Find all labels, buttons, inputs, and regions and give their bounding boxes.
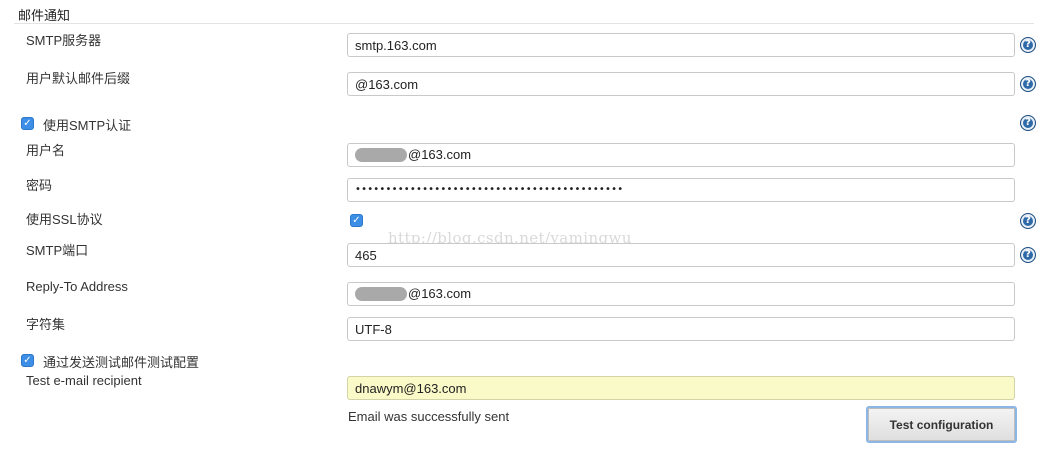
use-smtp-auth-label: 使用SMTP认证 <box>43 118 132 133</box>
username-visible-text: @163.com <box>408 147 472 162</box>
redacted-mask <box>355 148 407 162</box>
smtp-port-input[interactable] <box>347 243 1015 267</box>
test-by-send-label: 通过发送测试邮件测试配置 <box>43 355 200 370</box>
default-suffix-input[interactable] <box>347 72 1015 96</box>
test-recipient-input[interactable] <box>347 376 1015 400</box>
use-ssl-checkbox[interactable]: ✓ <box>350 214 363 227</box>
section-title: 邮件通知 <box>18 8 71 23</box>
help-icon[interactable]: ? <box>1020 213 1036 229</box>
smtp-port-label: SMTP端口 <box>26 243 89 258</box>
test-by-send-checkbox[interactable]: ✓ <box>21 354 34 367</box>
reply-to-visible-text: @163.com <box>408 286 472 301</box>
smtp-server-input[interactable] <box>347 33 1015 57</box>
password-input[interactable]: ••••••••••••••••••••••••••••••••••••••••… <box>347 178 1015 202</box>
use-smtp-auth-checkbox[interactable]: ✓ <box>21 117 34 130</box>
smtp-server-label: SMTP服务器 <box>26 33 102 48</box>
reply-to-input[interactable]: @163.com <box>347 282 1015 306</box>
section-divider <box>14 23 1034 24</box>
test-recipient-label: Test e-mail recipient <box>26 373 142 388</box>
reply-to-label: Reply-To Address <box>26 279 128 294</box>
redacted-mask <box>355 287 407 301</box>
password-label: 密码 <box>26 178 53 193</box>
charset-label: 字符集 <box>26 317 66 332</box>
help-icon[interactable]: ? <box>1020 247 1036 263</box>
help-icon[interactable]: ? <box>1020 115 1036 131</box>
default-suffix-label: 用户默认邮件后缀 <box>26 71 131 86</box>
status-message: Email was successfully sent <box>348 409 510 424</box>
username-label: 用户名 <box>26 143 66 158</box>
help-icon[interactable]: ? <box>1020 76 1036 92</box>
use-ssl-label: 使用SSL协议 <box>26 212 103 227</box>
test-configuration-button[interactable]: Test configuration <box>866 406 1017 443</box>
help-icon[interactable]: ? <box>1020 37 1036 53</box>
charset-input[interactable] <box>347 317 1015 341</box>
username-input[interactable]: @163.com <box>347 143 1015 167</box>
